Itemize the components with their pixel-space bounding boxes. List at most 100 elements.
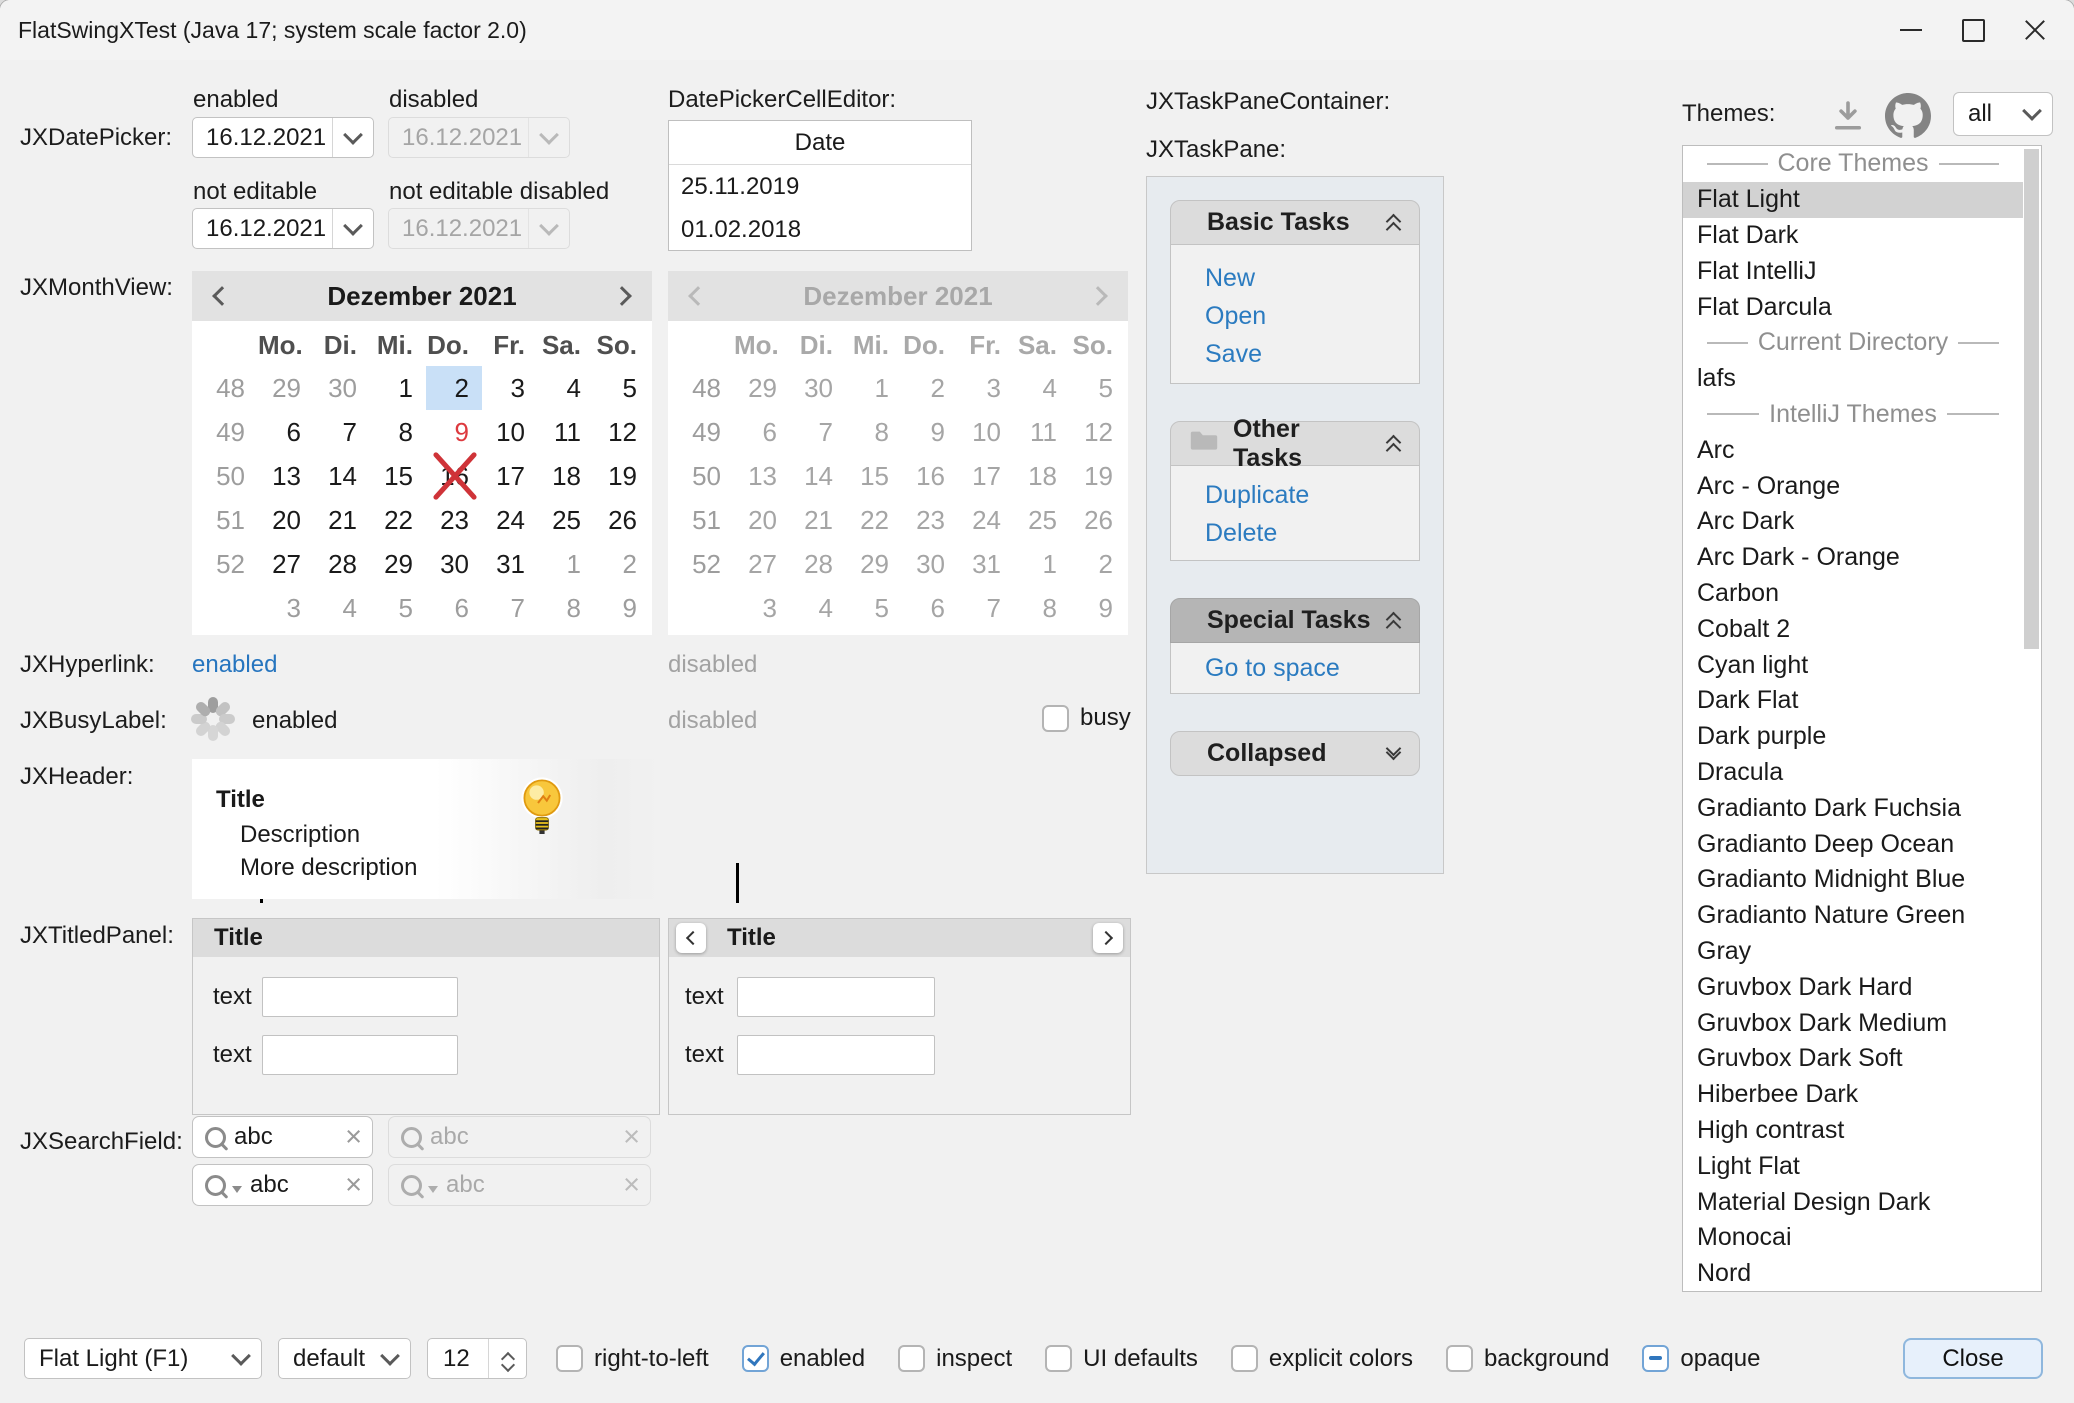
checkbox-opaque[interactable]: opaque: [1642, 1345, 1760, 1373]
calendar-day[interactable]: 27: [258, 542, 314, 586]
text-field[interactable]: [737, 977, 935, 1017]
calendar-day[interactable]: 9: [594, 586, 650, 630]
theme-list-item[interactable]: Monocai: [1683, 1220, 2023, 1256]
calendar-day[interactable]: 31: [482, 542, 538, 586]
github-button[interactable]: [1882, 90, 1934, 142]
nav-left-button[interactable]: [676, 923, 706, 953]
theme-list-item[interactable]: Cyan light: [1683, 647, 2023, 683]
calendar-day[interactable]: 30: [426, 542, 482, 586]
calendar-day[interactable]: 3: [258, 586, 314, 630]
checkbox-ui-defaults[interactable]: UI defaults: [1045, 1345, 1198, 1373]
text-field[interactable]: [737, 1035, 935, 1075]
theme-list-item[interactable]: Flat Light: [1683, 182, 2023, 218]
theme-list-item[interactable]: Carbon: [1683, 576, 2023, 612]
theme-list-item[interactable]: Arc Dark - Orange: [1683, 540, 2023, 576]
checkbox-box[interactable]: [1642, 1345, 1669, 1372]
theme-list-item[interactable]: Arc Dark: [1683, 504, 2023, 540]
theme-list-item[interactable]: Gradianto Nature Green: [1683, 898, 2023, 934]
checkbox-box[interactable]: [1042, 705, 1069, 732]
calendar-day[interactable]: 3: [482, 366, 538, 410]
checkbox-background[interactable]: background: [1446, 1345, 1609, 1373]
calendar-day[interactable]: 20: [258, 498, 314, 542]
theme-list-item[interactable]: Gruvbox Dark Soft: [1683, 1041, 2023, 1077]
calendar-day[interactable]: 22: [370, 498, 426, 542]
checkbox-enabled[interactable]: enabled: [742, 1345, 865, 1373]
scrollbar-thumb[interactable]: [2024, 149, 2039, 649]
monthview-enabled[interactable]: Dezember 2021 Mo.Di.Mi.Do.Fr.Sa.So.48293…: [192, 271, 652, 635]
datepicker-not-editable[interactable]: 16.12.2021: [192, 208, 374, 249]
calendar-day[interactable]: 26: [594, 498, 650, 542]
theme-list-item[interactable]: Flat Dark: [1683, 218, 2023, 254]
checkbox-box[interactable]: [1045, 1345, 1072, 1372]
datepicker-cell-editor-table[interactable]: Date 25.11.2019 01.02.2018: [668, 120, 972, 251]
table-row[interactable]: 01.02.2018: [669, 208, 971, 251]
calendar-day[interactable]: 8: [370, 410, 426, 454]
theme-list-item[interactable]: Cobalt 2: [1683, 611, 2023, 647]
calendar-day[interactable]: 17: [482, 454, 538, 498]
calendar-day[interactable]: 4: [314, 586, 370, 630]
theme-list-item[interactable]: Gradianto Midnight Blue: [1683, 862, 2023, 898]
taskpane-link-go-to-space[interactable]: Go to space: [1205, 649, 1419, 687]
taskpane-link-new[interactable]: New: [1205, 259, 1419, 297]
theme-list-item[interactable]: lafs: [1683, 361, 2023, 397]
collapse-icon[interactable]: [1388, 210, 1399, 235]
taskpane-header[interactable]: Basic Tasks: [1170, 200, 1420, 245]
taskpane-header[interactable]: Special Tasks: [1170, 598, 1420, 643]
clear-icon[interactable]: [345, 1171, 362, 1200]
calendar-day[interactable]: 29: [370, 542, 426, 586]
calendar-day[interactable]: 5: [594, 366, 650, 410]
calendar-day[interactable]: 23: [426, 498, 482, 542]
datepicker-enabled[interactable]: 16.12.2021: [192, 117, 374, 158]
theme-list-item[interactable]: Gray: [1683, 934, 2023, 970]
calendar-day[interactable]: 1: [370, 366, 426, 410]
collapse-icon[interactable]: [1388, 608, 1399, 633]
calendar-day[interactable]: 24: [482, 498, 538, 542]
themes-filter-combo[interactable]: all: [1953, 92, 2053, 136]
calendar-day[interactable]: 18: [538, 454, 594, 498]
checkbox-inspect[interactable]: inspect: [898, 1345, 1012, 1373]
download-button[interactable]: [1826, 93, 1870, 137]
search-field-dropdown-enabled[interactable]: [192, 1164, 373, 1206]
calendar-day[interactable]: 16: [426, 454, 482, 498]
checkbox-box[interactable]: [556, 1345, 583, 1372]
calendar-day[interactable]: 25: [538, 498, 594, 542]
style-combo[interactable]: default: [278, 1338, 411, 1379]
checkbox-box[interactable]: [1231, 1345, 1258, 1372]
checkbox-right-to-left[interactable]: right-to-left: [556, 1345, 709, 1373]
calendar-day[interactable]: 12: [594, 410, 650, 454]
font-size-spinner[interactable]: 12: [427, 1338, 527, 1379]
expand-icon[interactable]: [1388, 749, 1399, 758]
taskpane-link-delete[interactable]: Delete: [1205, 514, 1419, 552]
calendar-day[interactable]: 29: [258, 366, 314, 410]
calendar-day[interactable]: 4: [538, 366, 594, 410]
theme-list-item[interactable]: Dark Flat: [1683, 683, 2023, 719]
theme-list-item[interactable]: Flat Darcula: [1683, 289, 2023, 325]
search-input[interactable]: [250, 1171, 337, 1199]
spinner-buttons[interactable]: [488, 1339, 526, 1378]
calendar-day[interactable]: 2: [594, 542, 650, 586]
text-field[interactable]: [262, 1035, 458, 1075]
theme-list-item[interactable]: Flat IntelliJ: [1683, 253, 2023, 289]
calendar-day[interactable]: 10: [482, 410, 538, 454]
theme-list-item[interactable]: Arc - Orange: [1683, 468, 2023, 504]
close-window-button[interactable]: [2004, 0, 2066, 60]
datepicker-dropdown-button[interactable]: [332, 118, 373, 157]
theme-list-item[interactable]: Dark purple: [1683, 719, 2023, 755]
checkbox-box[interactable]: [898, 1345, 925, 1372]
checkbox-box[interactable]: [742, 1345, 769, 1372]
checkbox-box[interactable]: [1446, 1345, 1473, 1372]
calendar-day[interactable]: 28: [314, 542, 370, 586]
collapse-icon[interactable]: [1388, 431, 1399, 456]
theme-list-item[interactable]: Nord: [1683, 1256, 2023, 1292]
calendar-day[interactable]: 11: [538, 410, 594, 454]
theme-list-item[interactable]: Material Design Dark: [1683, 1184, 2023, 1220]
close-button[interactable]: Close: [1903, 1338, 2043, 1379]
search-input[interactable]: [234, 1123, 337, 1151]
minimize-button[interactable]: [1880, 0, 1942, 60]
maximize-button[interactable]: [1942, 0, 2004, 60]
calendar-day[interactable]: 2: [426, 366, 482, 410]
taskpane-header[interactable]: Other Tasks: [1170, 421, 1420, 466]
taskpane-header[interactable]: Collapsed: [1170, 731, 1420, 776]
taskpane-link-duplicate[interactable]: Duplicate: [1205, 476, 1419, 514]
next-month-button[interactable]: [596, 289, 652, 303]
